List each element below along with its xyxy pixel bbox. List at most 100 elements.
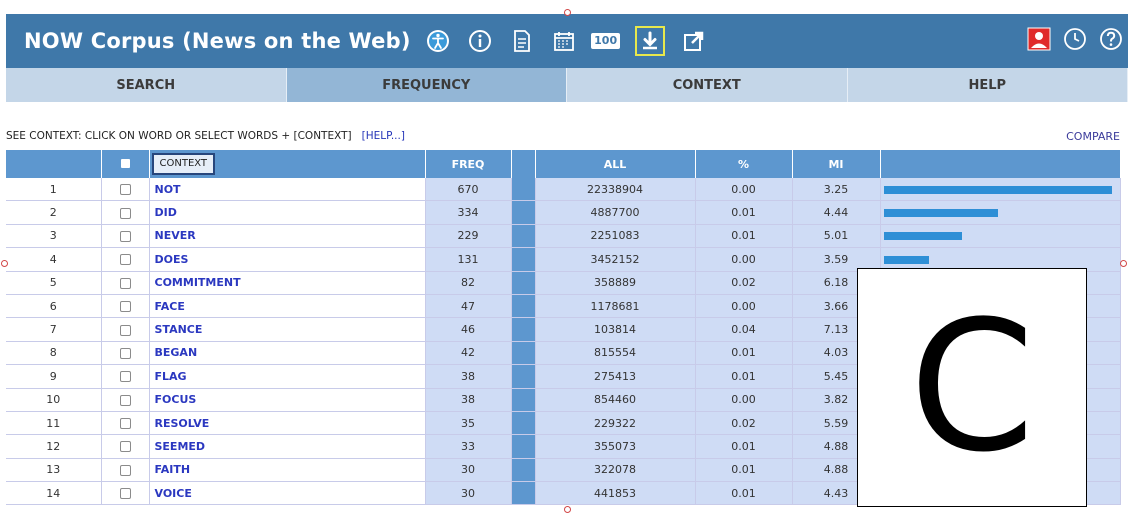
row-checkbox-cell[interactable] xyxy=(101,224,150,249)
all-cell: 355073 xyxy=(535,434,696,459)
toolbar: 100 xyxy=(425,26,707,56)
all-cell: 4887700 xyxy=(535,200,696,225)
help-icon[interactable] xyxy=(1098,26,1124,52)
table-row: 1 NOT 670 22338904 0.00 3.25 xyxy=(6,178,1121,202)
freq-cell: 46 xyxy=(425,317,512,342)
separator-cell xyxy=(511,271,536,295)
row-checkbox-cell[interactable] xyxy=(101,388,150,412)
all-cell: 358889 xyxy=(535,271,696,295)
percent-cell: 0.01 xyxy=(695,200,793,225)
row-checkbox-cell[interactable] xyxy=(101,294,150,319)
row-checkbox[interactable] xyxy=(119,347,131,359)
rank-cell: 11 xyxy=(6,411,102,436)
all-cell: 815554 xyxy=(535,341,696,366)
row-checkbox-cell[interactable] xyxy=(101,247,150,272)
row-checkbox-cell[interactable] xyxy=(101,200,150,225)
row-checkbox[interactable] xyxy=(119,184,131,196)
document-icon[interactable] xyxy=(509,28,535,54)
separator-cell xyxy=(511,317,536,342)
tab-search[interactable]: SEARCH xyxy=(6,68,287,102)
freq-cell: 38 xyxy=(425,364,512,389)
word-link[interactable]: STANCE xyxy=(149,317,426,342)
row-checkbox[interactable] xyxy=(119,488,131,500)
row-checkbox[interactable] xyxy=(119,418,131,430)
row-checkbox-cell[interactable] xyxy=(101,364,150,389)
selection-handle-bottom xyxy=(564,506,571,513)
word-link[interactable]: NEVER xyxy=(149,224,426,249)
row-checkbox[interactable] xyxy=(119,207,131,219)
separator-cell xyxy=(511,411,536,436)
word-link[interactable]: FACE xyxy=(149,294,426,319)
row-checkbox[interactable] xyxy=(119,324,131,336)
hundred-results-icon[interactable]: 100 xyxy=(591,28,621,54)
word-link[interactable]: FOCUS xyxy=(149,388,426,412)
rank-cell: 9 xyxy=(6,364,102,389)
word-link[interactable]: RESOLVE xyxy=(149,411,426,436)
frequency-bar xyxy=(883,185,1112,194)
header-percent[interactable]: % xyxy=(695,150,793,178)
row-checkbox[interactable] xyxy=(119,394,131,406)
tab-context[interactable]: CONTEXT xyxy=(567,68,848,102)
word-link[interactable]: DID xyxy=(149,200,426,225)
overlay-letter: C xyxy=(909,282,1035,492)
rank-cell: 5 xyxy=(6,271,102,295)
all-cell: 229322 xyxy=(535,411,696,436)
word-link[interactable]: FAITH xyxy=(149,458,426,483)
header-select-all[interactable] xyxy=(101,150,150,178)
row-checkbox[interactable] xyxy=(119,254,131,266)
percent-cell: 0.00 xyxy=(695,294,793,319)
help-link[interactable]: [HELP...] xyxy=(362,130,405,142)
info-icon[interactable] xyxy=(467,28,493,54)
row-checkbox[interactable] xyxy=(119,277,131,289)
freq-cell: 30 xyxy=(425,458,512,483)
word-link[interactable]: FLAG xyxy=(149,364,426,389)
freq-cell: 670 xyxy=(425,178,512,202)
context-button[interactable]: CONTEXT xyxy=(151,153,216,175)
calendar-icon[interactable] xyxy=(551,28,577,54)
row-checkbox-cell[interactable] xyxy=(101,178,150,202)
header-all[interactable]: ALL xyxy=(535,150,696,178)
header-mi[interactable]: MI xyxy=(792,150,881,178)
table-row: 3 NEVER 229 2251083 0.01 5.01 xyxy=(6,224,1121,249)
external-link-icon[interactable] xyxy=(681,28,707,54)
tab-help[interactable]: HELP xyxy=(847,68,1128,102)
tab-frequency[interactable]: FREQUENCY xyxy=(286,68,567,102)
percent-cell: 0.01 xyxy=(695,364,793,389)
history-icon[interactable] xyxy=(1062,26,1088,52)
row-checkbox-cell[interactable] xyxy=(101,458,150,483)
word-link[interactable]: COMMITMENT xyxy=(149,271,426,295)
instructions-text: SEE CONTEXT: CLICK ON WORD OR SELECT WOR… xyxy=(6,130,352,142)
word-link[interactable]: BEGAN xyxy=(149,341,426,366)
percent-cell: 0.00 xyxy=(695,178,793,202)
row-checkbox-cell[interactable] xyxy=(101,317,150,342)
word-link[interactable]: VOICE xyxy=(149,481,426,506)
row-checkbox-cell[interactable] xyxy=(101,434,150,459)
frequency-bar xyxy=(883,255,929,264)
separator-cell xyxy=(511,200,536,225)
hundred-label: 100 xyxy=(591,33,621,49)
compare-link[interactable]: COMPARE xyxy=(1066,130,1120,143)
row-checkbox[interactable] xyxy=(119,464,131,476)
row-checkbox[interactable] xyxy=(119,371,131,383)
frequency-bar xyxy=(883,232,962,241)
header-bar: NOW Corpus (News on the Web) 100 xyxy=(6,14,1128,68)
download-icon[interactable] xyxy=(634,26,665,56)
row-checkbox-cell[interactable] xyxy=(101,481,150,506)
user-profile-icon[interactable] xyxy=(1026,26,1052,52)
row-checkbox[interactable] xyxy=(119,441,131,453)
row-checkbox[interactable] xyxy=(119,301,131,313)
frequency-bar-cell xyxy=(880,200,1121,225)
word-link[interactable]: DOES xyxy=(149,247,426,272)
header-freq[interactable]: FREQ xyxy=(425,150,512,178)
row-checkbox-cell[interactable] xyxy=(101,271,150,295)
row-checkbox-cell[interactable] xyxy=(101,341,150,366)
accessibility-icon[interactable] xyxy=(425,28,451,54)
rank-cell: 1 xyxy=(6,178,102,202)
row-checkbox-cell[interactable] xyxy=(101,411,150,436)
word-link[interactable]: NOT xyxy=(149,178,426,202)
select-all-checkbox[interactable] xyxy=(120,158,130,168)
percent-cell: 0.02 xyxy=(695,411,793,436)
row-checkbox[interactable] xyxy=(119,230,131,242)
word-link[interactable]: SEEMED xyxy=(149,434,426,459)
table-header-row: CONTEXT FREQ ALL % MI xyxy=(6,150,1121,178)
